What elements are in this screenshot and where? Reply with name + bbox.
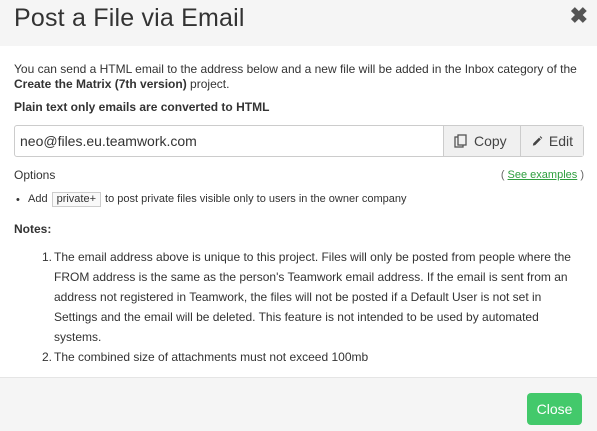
note-item: 1. The email address above is unique to … [42, 250, 571, 344]
modal-footer: Close [0, 377, 597, 431]
email-address-field[interactable] [15, 126, 443, 156]
plain-text-note: Plain text only emails are converted to … [14, 100, 270, 114]
pencil-icon [532, 135, 543, 146]
notes-label: Notes: [14, 222, 52, 236]
project-name: Create the Matrix (7th version) [14, 77, 187, 91]
modal-header: Post a File via Email ✖ [0, 0, 597, 46]
note-item: 2. The combined size of attachments must… [42, 350, 369, 364]
options-label: Options [14, 168, 56, 182]
email-address-group: Copy Edit [14, 125, 584, 157]
see-examples: ( See examples ) [500, 169, 584, 181]
close-button[interactable]: Close [527, 393, 582, 425]
notes-list: 1. The email address above is unique to … [42, 247, 576, 367]
modal-body: You can send a HTML email to the address… [14, 62, 584, 364]
options-bullet: • Add private+ to post private files vis… [16, 192, 407, 207]
close-icon[interactable]: ✖ [570, 4, 588, 28]
copy-icon [454, 134, 467, 148]
modal-title: Post a File via Email [14, 4, 245, 32]
copy-button-label: Copy [474, 132, 507, 149]
copy-button[interactable]: Copy [443, 126, 520, 156]
bullet-dot: • [16, 194, 20, 206]
intro-text: You can send a HTML email to the address… [14, 62, 577, 91]
private-code-tag: private+ [51, 192, 102, 207]
edit-button-label: Edit [548, 132, 573, 149]
see-examples-link[interactable]: See examples [508, 169, 578, 181]
options-row: Options ( See examples ) [14, 168, 584, 184]
edit-button[interactable]: Edit [520, 126, 583, 156]
